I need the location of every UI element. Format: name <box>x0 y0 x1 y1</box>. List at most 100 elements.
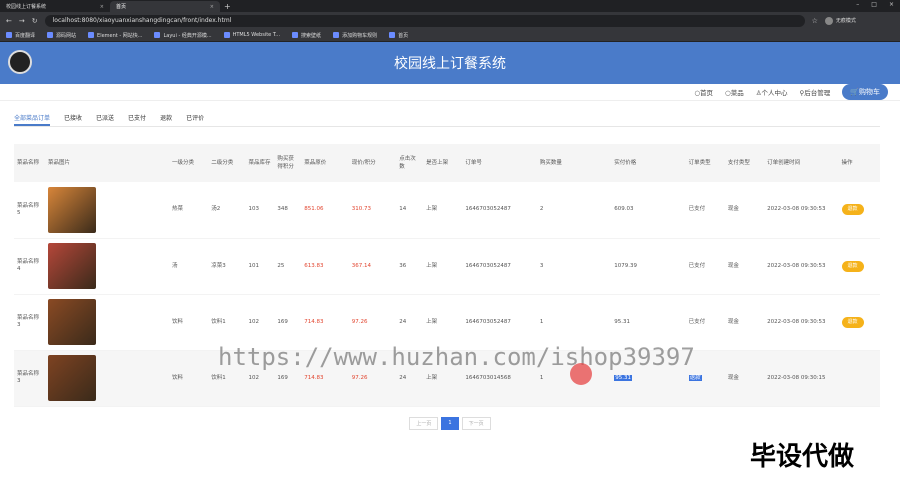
order-type-value: 已支付 <box>688 318 706 325</box>
paid-price-value: 609.03 <box>614 206 634 213</box>
table-cell: 现金 <box>724 350 765 407</box>
table-cell: 汤 <box>169 238 209 295</box>
column-header: 支付类型 <box>724 144 765 182</box>
cart-button[interactable]: 🛒购物车 <box>842 84 888 100</box>
dish-image-cell <box>45 182 169 239</box>
table-cell: 14 <box>396 182 424 239</box>
table-cell: 103 <box>245 182 275 239</box>
address-bar-row: ← → ↻ localhost:8080/xiaoyuanxianshangding… <box>0 12 900 29</box>
bookmark[interactable]: HTML5 Website T... <box>223 32 280 38</box>
close-icon[interactable]: × <box>210 4 214 10</box>
paid-price-value: 1079.39 <box>614 262 637 269</box>
table-cell: 饮料 <box>169 350 209 407</box>
paid-price-value: 95.31 <box>614 374 632 381</box>
bookmark[interactable]: 首页 <box>389 32 408 39</box>
browser-tab-1[interactable]: 校园线上订餐系统 × <box>0 1 110 12</box>
tab-all-orders[interactable]: 全部菜品订单 <box>14 113 51 126</box>
back-icon[interactable]: ← <box>6 17 12 25</box>
table-cell: 102 <box>245 294 275 351</box>
url-field[interactable]: localhost:8080/xiaoyuanxianshangdingcan/… <box>44 14 805 27</box>
forward-icon[interactable]: → <box>19 17 25 25</box>
prev-page-button[interactable]: 上一页 <box>409 416 439 430</box>
paid-price-cell: 1079.39 <box>611 238 686 295</box>
bookmark[interactable]: Layui - 经典开源模... <box>154 32 212 39</box>
profile-button[interactable]: 无痕模式 <box>824 16 856 25</box>
star-icon[interactable]: ☆ <box>812 17 818 25</box>
table-row: 菜品名称5 热菜 汤2 103 348 851.06 310.73 14 上架 164670305… <box>14 182 880 239</box>
table-cell: 饮料1 <box>208 294 246 351</box>
table-cell: 现金 <box>724 182 765 239</box>
order-type-cell: 已支付 <box>685 238 725 295</box>
nav-profile[interactable]: ♙个人中心 <box>756 87 788 97</box>
table-cell: 348 <box>274 182 302 239</box>
action-cell: 退款 <box>838 238 880 295</box>
window-controls: – □ × <box>856 1 894 8</box>
tab-delivered[interactable]: 已派送 <box>96 113 114 126</box>
url-text: localhost:8080/xiaoyuanxianshangdingcan/… <box>52 17 232 24</box>
column-header: 购买数量 <box>536 144 612 182</box>
close-window-icon[interactable]: × <box>889 1 894 8</box>
refund-button[interactable]: 退款 <box>841 260 864 272</box>
table-cell: 36 <box>396 238 424 295</box>
column-header: 订单类型 <box>685 144 725 182</box>
bookmark[interactable]: 添加购物车规则 <box>333 32 377 39</box>
order-type-value: 退款 <box>688 374 702 381</box>
brand-caption: 毕设代做 <box>749 442 854 472</box>
close-icon[interactable]: × <box>100 4 104 10</box>
refund-button[interactable]: 退款 <box>841 316 864 328</box>
dish-image <box>48 355 96 401</box>
bookmark[interactable]: 搜索壁纸 <box>292 32 321 39</box>
table-row: 菜品名称4 汤凉菜3 101 25 613.83 367.14 36 上架 1646703052… <box>14 238 880 295</box>
table-cell: 上架 <box>423 182 463 239</box>
column-header: 实付价格 <box>611 144 686 182</box>
browser-tab-strip: 校园线上订餐系统 × 首页 × + – □ × <box>0 0 900 12</box>
bookmark[interactable]: 源码网站 <box>47 32 76 39</box>
dish-name-cell: 菜品名称5 <box>14 182 45 239</box>
nav-admin[interactable]: ⚲后台管理 <box>800 87 831 97</box>
bookmark[interactable]: 百度翻译 <box>6 32 35 39</box>
paid-price-cell: 95.31 <box>611 294 686 351</box>
bookmark-icon <box>6 32 12 38</box>
table-row: 菜品名称3 饮料 饮料1 102 169 714.83 97.26 24 上架 164670305… <box>14 294 880 351</box>
avatar <box>824 16 833 25</box>
page-button[interactable]: 1 <box>441 416 459 430</box>
new-tab-icon[interactable]: + <box>224 2 231 11</box>
nav-home[interactable]: ○首页 <box>694 87 713 97</box>
paid-price-cell: 609.03 <box>611 182 686 239</box>
table-cell: 上架 <box>423 238 463 295</box>
action-cell <box>838 350 880 407</box>
column-header: 菜品图片 <box>45 144 169 182</box>
dish-name-cell: 菜品名称4 <box>14 238 45 295</box>
table-cell: 24 <box>396 294 424 351</box>
original-price-cell: 851.06 <box>301 182 349 239</box>
dish-name-cell: 菜品名称3 <box>14 294 45 351</box>
site-title: 校园线上订餐系统 <box>394 56 506 72</box>
tab-reviewed[interactable]: 已评价 <box>186 113 204 126</box>
tab-received[interactable]: 已接收 <box>64 113 82 126</box>
order-time-cell: 2022-03-08 09:30:15 <box>764 350 839 407</box>
table-cell: 1646703052487 <box>462 238 537 295</box>
original-price-cell: 714.83 <box>301 294 349 351</box>
column-header: 是否上架 <box>423 144 463 182</box>
reload-icon[interactable]: ↻ <box>32 17 38 25</box>
maximize-icon[interactable]: □ <box>871 1 877 8</box>
browser-tab-2[interactable]: 首页 × <box>110 1 220 12</box>
table-cell: 凉菜3 <box>208 238 246 295</box>
order-time-cell: 2022-03-08 09:30:53 <box>764 238 839 295</box>
tab-paid[interactable]: 已支付 <box>128 113 146 126</box>
bookmark-icon <box>389 32 396 38</box>
tab-label: 首页 <box>116 4 127 10</box>
bookmark-icon <box>292 32 299 38</box>
minimize-icon[interactable]: – <box>856 1 859 8</box>
dish-image <box>48 243 96 289</box>
tab-refund[interactable]: 退款 <box>160 113 172 126</box>
next-page-button[interactable]: 下一页 <box>461 416 491 430</box>
nav-dishes[interactable]: ○菜品 <box>725 87 744 97</box>
bookmark[interactable]: Element - 网站快... <box>88 32 142 39</box>
dish-image <box>48 299 96 345</box>
refund-button[interactable]: 退款 <box>841 204 864 216</box>
tab-label: 校园线上订餐系统 <box>6 4 47 10</box>
column-header: 操作 <box>838 144 880 182</box>
order-status-tabs: 全部菜品订单 已接收 已派送 已支付 退款 已评价 <box>14 113 880 127</box>
dish-name-cell: 菜品名称3 <box>14 350 45 407</box>
